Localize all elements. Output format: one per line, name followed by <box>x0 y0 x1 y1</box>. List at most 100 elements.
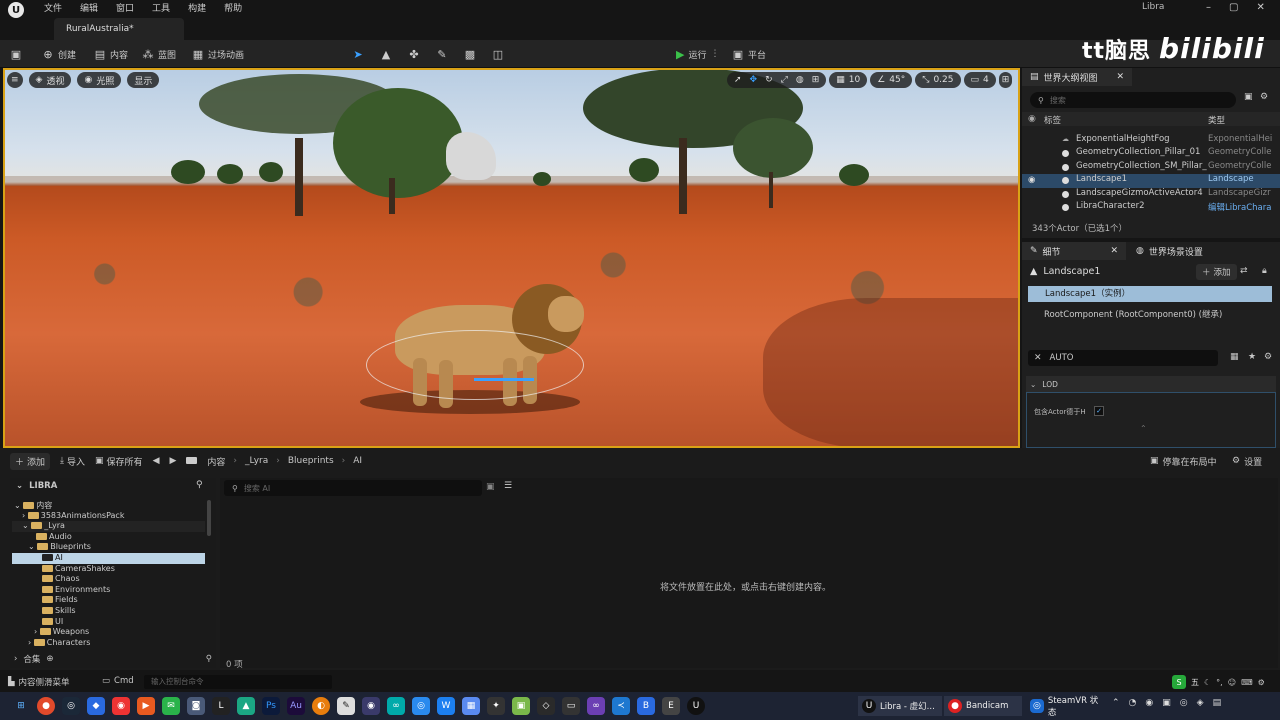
cmd-button[interactable]: ▭ Cmd <box>102 676 134 686</box>
outliner-row-selected[interactable]: ◉ Landscape1 Landscape <box>1022 174 1280 188</box>
tree-scrollbar[interactable] <box>207 500 211 536</box>
asset-search[interactable]: ⚲ 搜索 AI <box>224 480 482 496</box>
tree-item[interactable]: ⌄ Blueprints <box>12 542 205 553</box>
save-search-icon[interactable]: ▣ <box>486 482 495 492</box>
content-button[interactable]: ▤ 内容 <box>94 40 128 68</box>
run-button[interactable]: ▶ 运行 ⋮ <box>676 40 719 68</box>
unreal-logo-icon[interactable]: U <box>8 2 24 18</box>
tree-item[interactable]: › Weapons <box>12 627 205 638</box>
outliner-row[interactable]: ☁ ExponentialHeightFog ExponentialHei <box>1022 134 1280 147</box>
tree-item[interactable]: ⌄ 内容 <box>12 500 205 511</box>
blueprint-button[interactable]: ⁂ 蓝图 <box>142 40 177 68</box>
vscode-icon[interactable]: ≺ <box>612 697 630 715</box>
app-icon[interactable]: W <box>437 697 455 715</box>
outliner-search[interactable]: ⚲ 搜索 <box>1030 92 1236 108</box>
root-component-row[interactable]: RootComponent (RootComponent0) (继承) <box>1044 308 1222 320</box>
expand-arrow-icon[interactable]: ⌃ <box>1140 424 1147 433</box>
edit-blueprint-link[interactable]: 编辑LibraChara <box>1208 201 1274 213</box>
breadcrumb-item[interactable]: 内容 <box>207 455 225 468</box>
minimize-icon[interactable]: – <box>1206 2 1211 13</box>
tray-app-icon[interactable]: ▣ <box>1162 698 1171 708</box>
camera-speed-button[interactable]: ▭ 4 <box>963 72 996 88</box>
photoshop-icon[interactable]: Ps <box>262 697 280 715</box>
audition-icon[interactable]: Au <box>287 697 305 715</box>
menu-edit[interactable]: 编辑 <box>80 1 98 17</box>
viewport-layout-button[interactable]: ⊞ <box>998 72 1013 88</box>
tray-app-icon[interactable]: ◉ <box>1145 698 1153 708</box>
rotation-snap-button[interactable]: ∠ 45° <box>870 72 913 88</box>
chrome-icon[interactable]: ● <box>37 697 55 715</box>
platform-button[interactable]: ▣ 平台 <box>732 40 766 68</box>
tree-item[interactable]: Fields <box>12 595 205 606</box>
world-settings-tab[interactable]: ◍ 世界场景设置 <box>1128 242 1211 260</box>
table-view-icon[interactable]: ▦ <box>1230 352 1239 362</box>
tray-expand-icon[interactable]: ⌃ <box>1112 698 1120 708</box>
cb-settings-button[interactable]: ⚙ 设置 <box>1232 452 1262 470</box>
save-all-button[interactable]: ▣ 保存所有 <box>95 455 143 468</box>
tree-root[interactable]: ⌄ LIBRA <box>10 478 216 494</box>
settings-icon[interactable]: ⚙ <box>1264 352 1272 362</box>
collections-header[interactable]: › 合集 ⊕ ⚲ <box>14 652 212 666</box>
menu-help[interactable]: 帮助 <box>224 1 242 17</box>
menu-window[interactable]: 窗口 <box>116 1 134 17</box>
app-icon[interactable]: ▣ <box>512 697 530 715</box>
tree-item[interactable]: › Characters <box>12 638 205 649</box>
app-icon[interactable]: ✦ <box>487 697 505 715</box>
lit-button[interactable]: ◉ 光照 <box>77 72 122 88</box>
statue-mesh[interactable] <box>446 132 496 180</box>
level-viewport[interactable]: ≡ ◈ 透视 ◉ 光照 显示 ➚ ✥ ↻ ⤢ ◍ ⊞ ▦ 10 ∠ 45° ⤡ 0.25 … <box>3 68 1020 448</box>
tree-item[interactable]: Audio <box>12 532 205 543</box>
app-icon[interactable]: B <box>637 697 655 715</box>
visibility-icon[interactable]: ◉ <box>1028 175 1035 185</box>
close-tab-icon[interactable]: ✕ <box>1116 72 1124 82</box>
scale-snap-button[interactable]: ⤡ 0.25 <box>915 72 961 88</box>
tray-app-icon[interactable]: ◈ <box>1197 698 1204 708</box>
obs-icon[interactable]: ◉ <box>362 697 380 715</box>
select-tool-icon[interactable]: ➚ <box>734 75 742 85</box>
ime-mode-label[interactable]: 五 <box>1191 677 1199 688</box>
console-input[interactable]: 输入控制台命令 <box>144 675 332 689</box>
menu-build[interactable]: 构建 <box>188 1 206 17</box>
type-column-header[interactable]: 类型 <box>1208 114 1225 126</box>
tree-item-selected[interactable]: AI <box>12 552 205 564</box>
paint-mode-icon[interactable]: ✎ <box>436 48 448 61</box>
outliner-row[interactable]: LandscapeGizmoActiveActor4 LandscapeGizr <box>1022 188 1280 201</box>
app-icon[interactable]: ◆ <box>87 697 105 715</box>
camera-app-icon[interactable]: ◙ <box>187 697 205 715</box>
tree-item[interactable]: CameraShakes <box>12 564 205 575</box>
surface-snap-icon[interactable]: ⊞ <box>812 75 820 85</box>
unreal-icon[interactable]: U <box>687 697 705 715</box>
property-checkbox[interactable]: ✓ <box>1094 406 1104 416</box>
tree-item[interactable]: Skills <box>12 606 205 617</box>
breadcrumb-item[interactable]: AI <box>353 456 362 466</box>
tray-app-icon[interactable]: ▤ <box>1213 698 1222 708</box>
wechat-icon[interactable]: ✉ <box>162 697 180 715</box>
fracture-mode-icon[interactable]: ◫ <box>492 48 504 61</box>
tree-item[interactable]: › 3583AnimationsPack <box>12 511 205 522</box>
folder-add-icon[interactable]: ▣ <box>1244 92 1253 102</box>
cb-add-button[interactable]: ＋添加 <box>10 452 51 470</box>
level-tab[interactable]: RuralAustralia* <box>54 18 184 40</box>
cinematics-button[interactable]: ▦ 过场动画 <box>192 40 244 68</box>
visual-studio-icon[interactable]: ∞ <box>587 697 605 715</box>
mesh-mode-icon[interactable]: ▩ <box>464 48 476 61</box>
details-filter[interactable]: ✕ AUTO <box>1028 350 1218 366</box>
add-component-button[interactable]: ＋添加 <box>1196 264 1237 280</box>
move-tool-icon[interactable]: ✥ <box>750 75 758 85</box>
taskbar-window-steamvr[interactable]: ◎ SteamVR 状态 <box>1026 696 1106 718</box>
blender-icon[interactable]: ◐ <box>312 697 330 715</box>
lod-section-header[interactable]: ⌄ LOD <box>1026 376 1276 392</box>
foliage-mode-icon[interactable]: ✤ <box>408 48 420 61</box>
tree-item[interactable]: ⌄ _Lyra <box>12 521 205 532</box>
blueprint-convert-icon[interactable]: ⇄ <box>1240 266 1248 276</box>
favorites-icon[interactable]: ★ <box>1248 352 1256 362</box>
breadcrumb-item[interactable]: Blueprints <box>288 456 334 466</box>
steam-icon[interactable]: ◎ <box>62 697 80 715</box>
add-collection-icon[interactable]: ⊕ <box>46 654 53 664</box>
netease-music-icon[interactable]: ◉ <box>112 697 130 715</box>
start-icon[interactable]: ⊞ <box>12 697 30 715</box>
live-app-icon[interactable]: L <box>212 697 230 715</box>
run-options-icon[interactable]: ⋮ <box>710 49 719 59</box>
maximize-icon[interactable]: ▢ <box>1229 2 1238 13</box>
save-level-button[interactable]: ▣ <box>10 40 22 68</box>
